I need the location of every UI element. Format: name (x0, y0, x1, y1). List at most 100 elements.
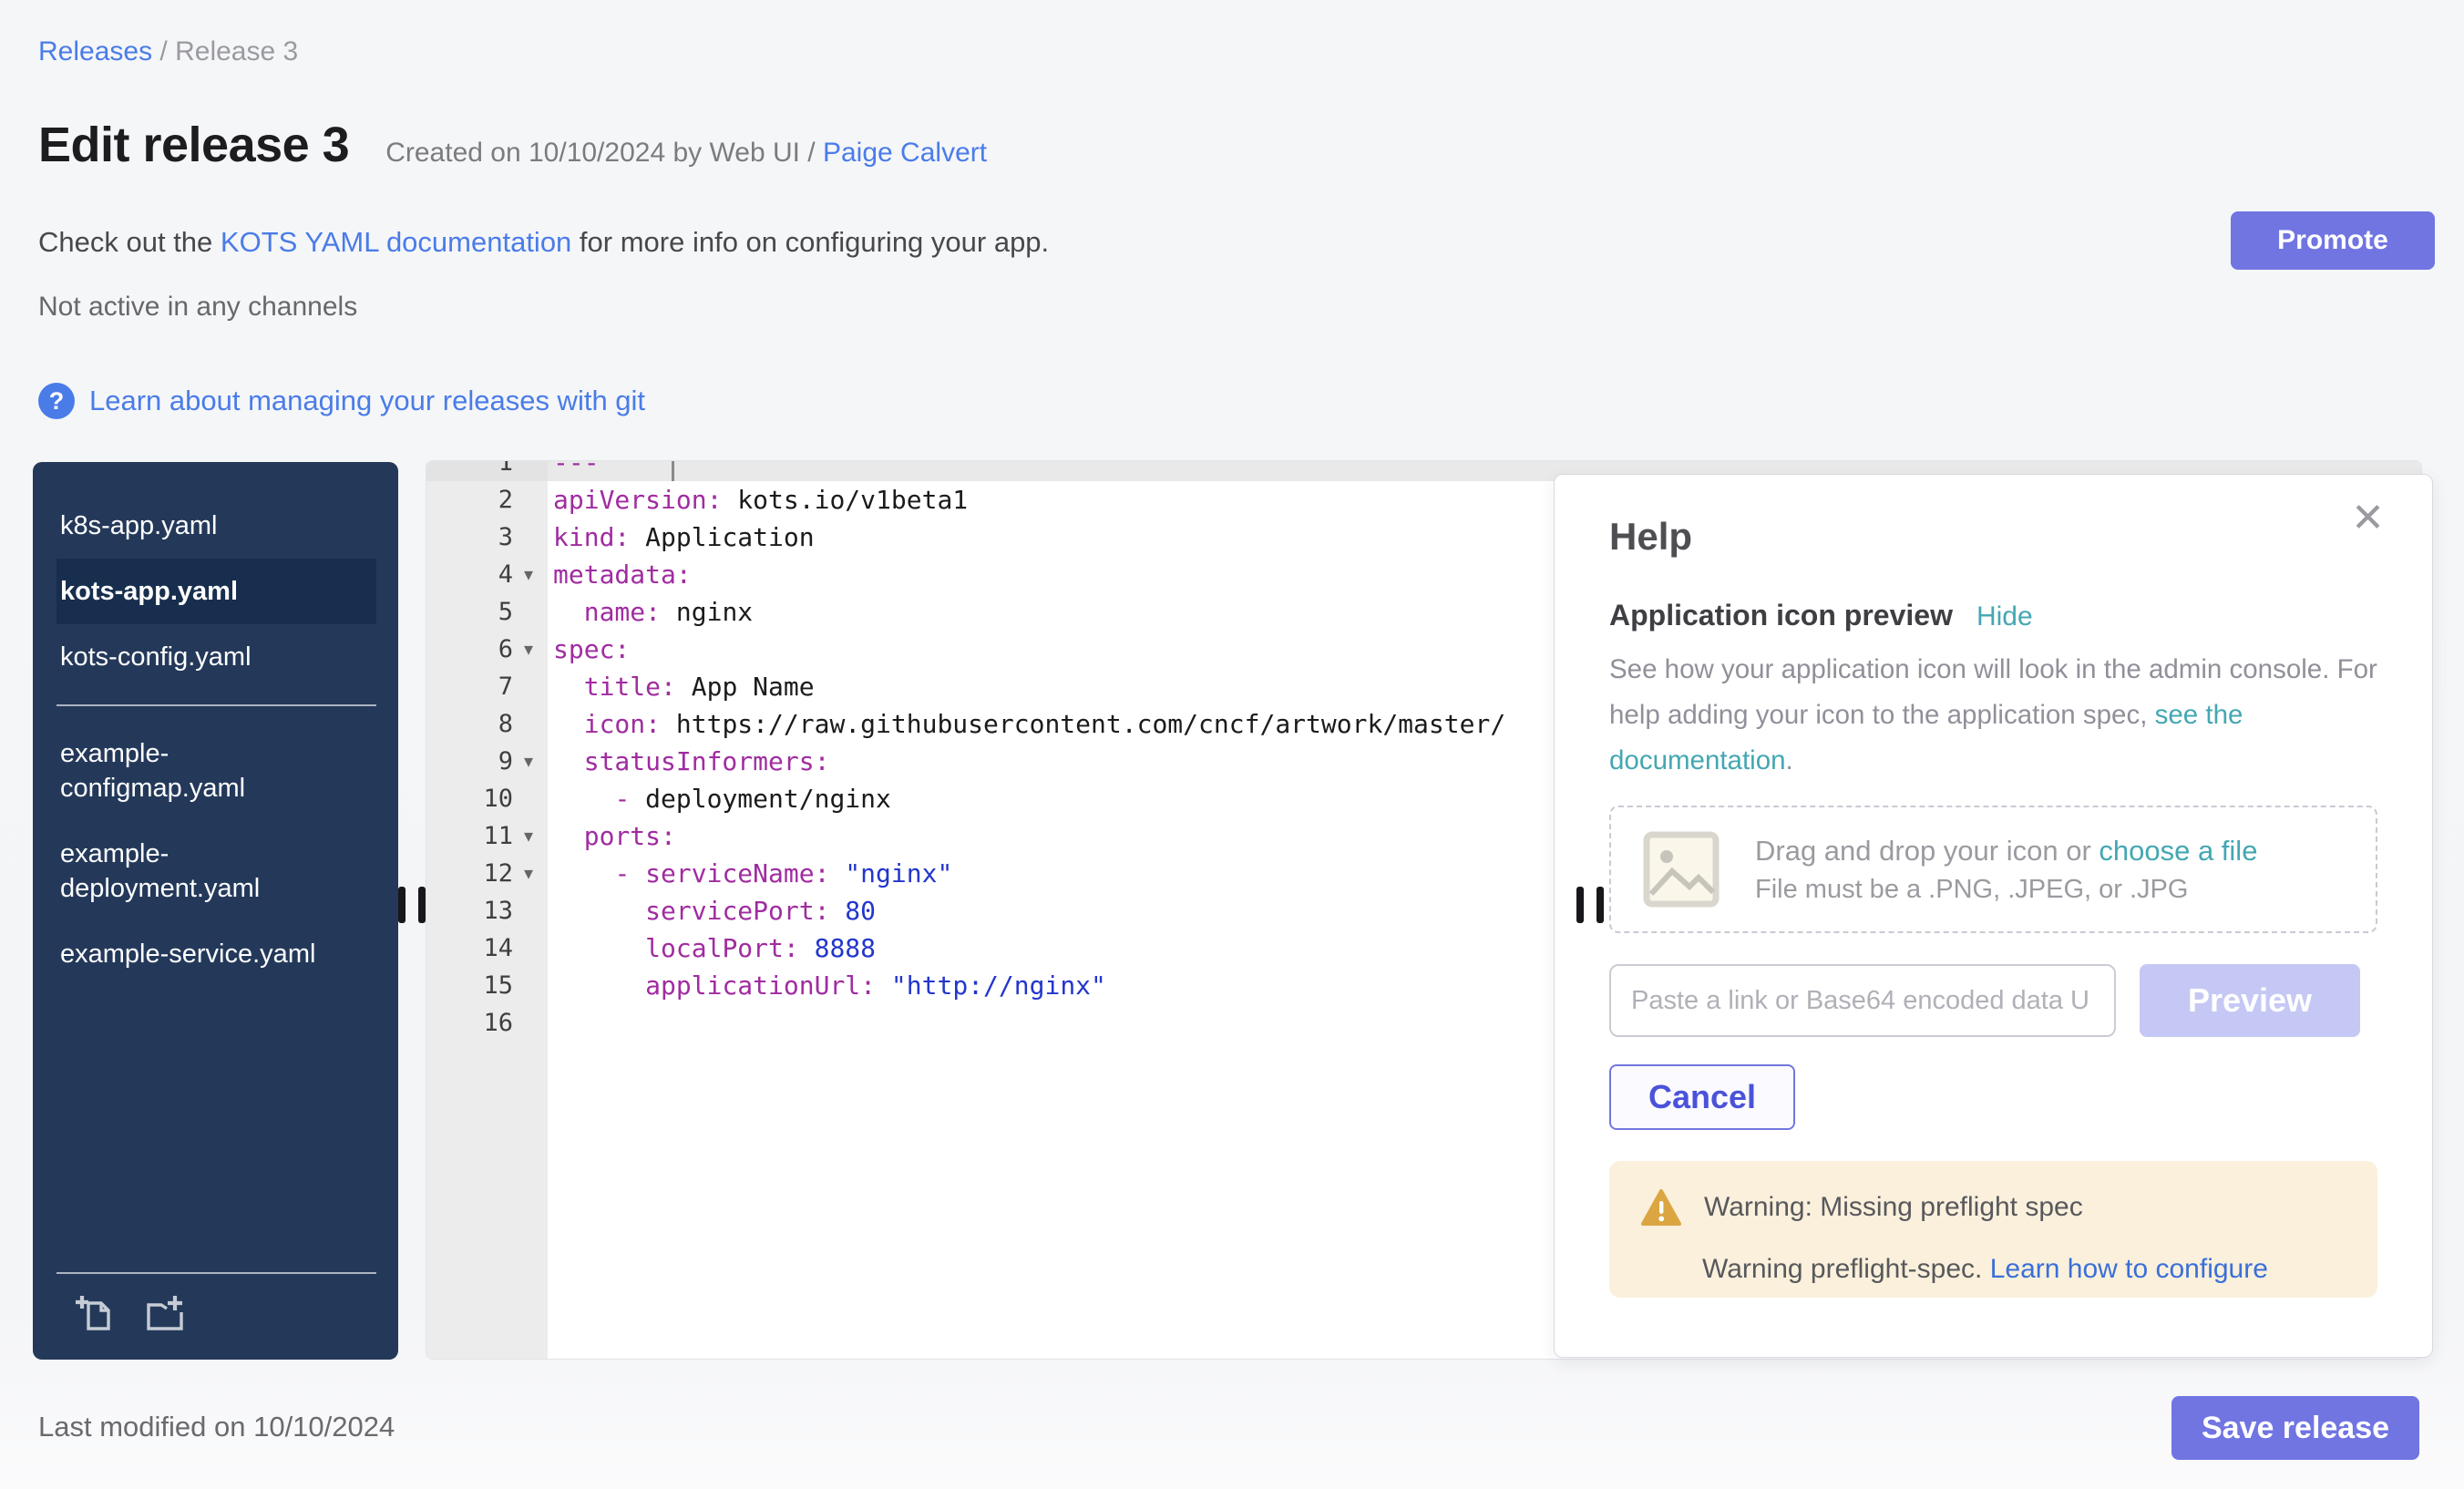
gutter-line-12: 12▾ (426, 855, 548, 892)
line-number: 10 (426, 780, 513, 817)
code-token: ports: (584, 821, 676, 851)
code-token: "nginx" (829, 858, 952, 888)
line-number: 9 (426, 743, 513, 780)
help-panel: ✕ Help Application icon preview Hide See… (1554, 474, 2433, 1358)
sidebar-item-k8s-app.yaml[interactable]: k8s-app.yaml (56, 493, 376, 559)
sidebar-item-example-service.yaml[interactable]: example-service.yaml (56, 921, 376, 987)
resize-bar (418, 887, 426, 923)
gutter-line-13: 13 (426, 892, 548, 929)
fold-toggle-icon[interactable]: ▾ (513, 750, 544, 773)
close-icon[interactable]: ✕ (2351, 498, 2385, 539)
title-row: Edit release 3 Created on 10/10/2024 by … (38, 117, 987, 173)
line-number: 12 (426, 855, 513, 892)
line-number: 15 (426, 967, 513, 1004)
fold-toggle-icon[interactable]: ▾ (513, 638, 544, 661)
sidebar-item-example-deployment.yaml[interactable]: example-deployment.yaml (56, 821, 376, 921)
code-token: applicationUrl: (645, 970, 876, 1001)
doc-info-prefix: Check out the (38, 226, 221, 258)
preview-button[interactable]: Preview (2140, 964, 2360, 1037)
gutter-line-8: 8 (426, 705, 548, 743)
gutter-line-15: 15 (426, 967, 548, 1004)
code-token: metadata: (553, 560, 692, 590)
help-resize-handle[interactable] (1576, 887, 1604, 923)
save-release-button[interactable]: Save release (2171, 1396, 2419, 1460)
code-token: deployment/nginx (645, 784, 891, 814)
gutter-line-1: 1 (426, 461, 548, 481)
code-token: servicePort: (645, 896, 829, 926)
breadcrumb-releases-link[interactable]: Releases (38, 36, 152, 67)
fold-toggle-icon[interactable]: ▾ (513, 825, 544, 847)
line-number: 4 (426, 556, 513, 593)
icon-url-input[interactable] (1609, 964, 2116, 1037)
doc-info-line: Check out the KOTS YAML documentation fo… (38, 226, 1049, 259)
new-folder-icon (141, 1292, 185, 1336)
warning-detail-row: Warning preflight-spec. Learn how to con… (1702, 1254, 2346, 1285)
new-file-button[interactable] (69, 1290, 118, 1340)
gutter-lines: 1234▾56▾789▾1011▾12▾13141516 (426, 461, 548, 1042)
code-token: kots.io/v1beta1 (722, 485, 968, 515)
new-folder-button[interactable] (139, 1290, 188, 1340)
line-number: 16 (426, 1004, 513, 1042)
code-token (553, 933, 645, 963)
gutter-line-5: 5 (426, 593, 548, 631)
gutter-line-6: 6▾ (426, 631, 548, 668)
learn-how-to-configure-link[interactable]: Learn how to configure (1990, 1254, 2268, 1284)
line-number: 13 (426, 892, 513, 929)
choose-file-link[interactable]: choose a file (2099, 835, 2257, 867)
icon-preview-title: Application icon preview (1609, 599, 1953, 632)
sidebar-item-kots-app.yaml[interactable]: kots-app.yaml (56, 559, 376, 624)
code-token (553, 858, 614, 888)
warning-title-row: Warning: Missing preflight spec (1640, 1188, 2346, 1227)
image-placeholder-icon (1642, 830, 1720, 909)
code-token (553, 784, 614, 814)
created-author-link[interactable]: Paige Calvert (823, 138, 987, 168)
gutter-line-16: 16 (426, 1004, 548, 1042)
hide-link[interactable]: Hide (1976, 601, 2033, 632)
dropzone-texts: Drag and drop your icon or choose a file… (1755, 835, 2257, 905)
sidebar-item-kots-config.yaml[interactable]: kots-config.yaml (56, 624, 376, 690)
cancel-button[interactable]: Cancel (1609, 1064, 1795, 1130)
last-modified-text: Last modified on 10/10/2024 (38, 1411, 395, 1443)
file-sidebar: k8s-app.yamlkots-app.yamlkots-config.yam… (33, 462, 398, 1360)
line-number: 2 (426, 481, 513, 519)
line-number: 11 (426, 817, 513, 855)
git-releases-link[interactable]: Learn about managing your releases with … (89, 385, 645, 417)
icon-url-row: Preview (1609, 964, 2377, 1037)
gutter-line-14: 14 (426, 929, 548, 967)
code-token: 8888 (799, 933, 876, 963)
preflight-warning-box: Warning: Missing preflight spec Warning … (1609, 1161, 2377, 1298)
description-period: . (1786, 745, 1793, 775)
dropzone-line1: Drag and drop your icon or choose a file (1755, 835, 2257, 868)
line-number: 7 (426, 668, 513, 705)
dropzone-file-requirements: File must be a .PNG, .JPEG, or .JPG (1755, 875, 2257, 905)
sidebar-footer (33, 1258, 398, 1360)
page-title: Edit release 3 (38, 117, 349, 173)
code-token (553, 896, 645, 926)
code-token (553, 597, 584, 627)
editor-gutter: 1234▾56▾789▾1011▾12▾13141516 (426, 461, 548, 1359)
code-token: apiVersion: (553, 485, 722, 515)
promote-button[interactable]: Promote (2231, 211, 2435, 270)
line-number: 6 (426, 631, 513, 668)
fold-toggle-icon[interactable]: ▾ (513, 563, 544, 586)
resize-bar (398, 887, 406, 923)
question-circle-icon: ? (38, 383, 75, 419)
created-note: Created on 10/10/2024 by Web UI / Paige … (385, 138, 987, 169)
fold-toggle-icon[interactable]: ▾ (513, 862, 544, 885)
icon-dropzone[interactable]: Drag and drop your icon or choose a file… (1609, 806, 2377, 933)
code-token (553, 709, 584, 739)
code-token: title: (584, 672, 676, 702)
code-token: icon: (584, 709, 661, 739)
code-token: spec: (553, 634, 630, 664)
sidebar-actions (33, 1290, 398, 1340)
code-token (553, 672, 584, 702)
breadcrumb-current: Release 3 (175, 36, 298, 67)
sidebar-resize-handle[interactable] (398, 887, 426, 923)
icon-preview-section-header: Application icon preview Hide (1609, 599, 2377, 632)
resize-bar (1596, 887, 1604, 923)
code-token: --- (553, 461, 600, 478)
text-cursor (672, 461, 674, 481)
sidebar-item-example-configmap.yaml[interactable]: example-configmap.yaml (56, 721, 376, 821)
code-token: - (614, 784, 645, 814)
kots-yaml-doc-link[interactable]: KOTS YAML documentation (221, 226, 571, 258)
